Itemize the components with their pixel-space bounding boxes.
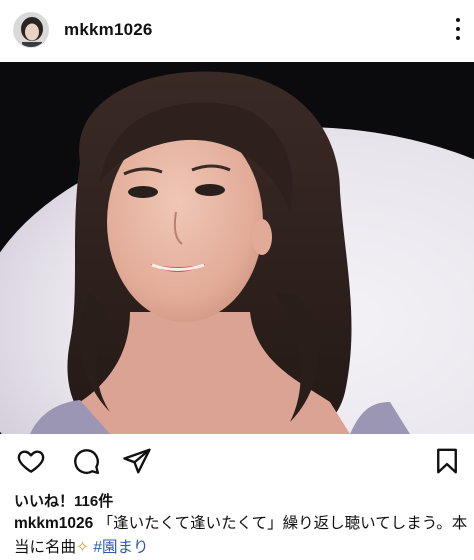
header-username[interactable]: mkkm1026	[64, 20, 153, 40]
caption: mkkm1026 「逢いたくて逢いたくて」繰り返し聴いてしまう。本当に名曲✧ #…	[14, 512, 472, 560]
send-icon[interactable]	[122, 446, 152, 476]
comment-icon[interactable]	[71, 446, 101, 476]
heart-icon[interactable]	[16, 446, 46, 476]
action-bar	[0, 440, 474, 484]
bookmark-icon[interactable]	[432, 446, 462, 476]
hashtag-link[interactable]: #園まり	[93, 539, 148, 556]
more-options-icon[interactable]	[454, 18, 462, 40]
avatar[interactable]	[13, 12, 49, 48]
post-header: mkkm1026	[0, 0, 474, 62]
sparkles-emoji-icon: ✧	[76, 539, 90, 556]
likes-count[interactable]: いいね！116件	[14, 490, 113, 511]
caption-username[interactable]: mkkm1026	[14, 515, 93, 532]
post-image[interactable]	[0, 62, 474, 434]
